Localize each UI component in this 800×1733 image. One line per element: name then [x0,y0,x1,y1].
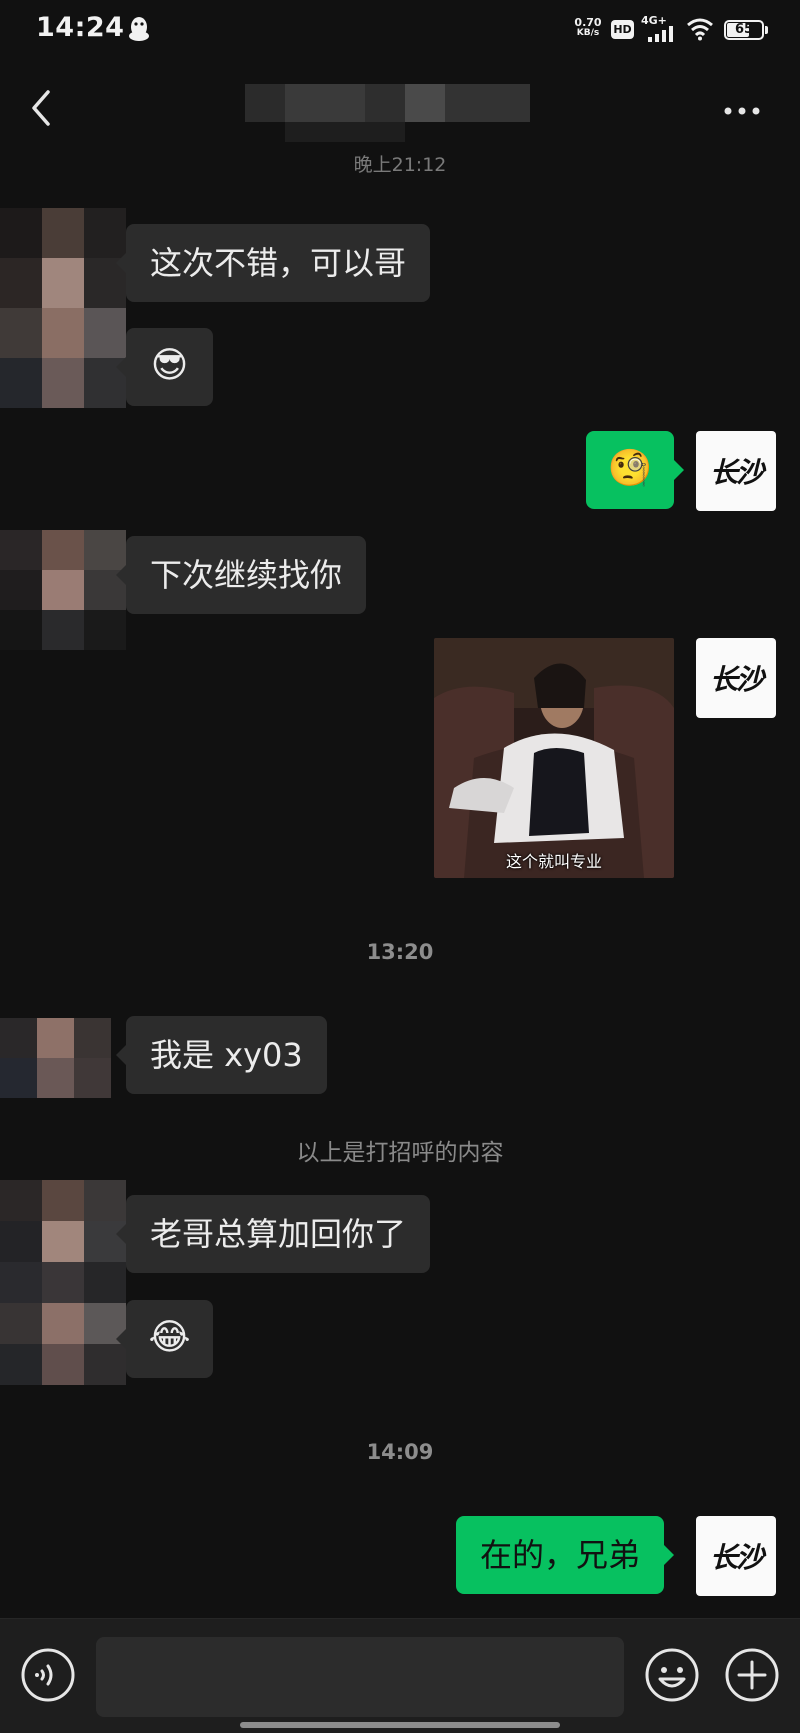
sticker-caption: 这个就叫专业 [505,852,602,871]
net-speed-value: 0.70 [574,16,602,29]
battery-level: 65 [734,22,754,37]
contact-name-blurred [245,80,530,142]
voice-icon[interactable] [20,1647,76,1703]
sunglasses-emoji-icon: 😎 [150,345,189,386]
message-outgoing-emoji[interactable]: 🧐 [586,431,684,509]
sticker-picture [434,638,674,878]
sticker-image[interactable]: 这个就叫专业 [434,638,674,878]
contact-avatar[interactable] [0,530,126,650]
wifi-icon [687,18,713,41]
contact-avatar[interactable] [0,1180,126,1385]
my-avatar[interactable]: 长沙 [696,431,776,511]
timestamp: 14:09 [366,1440,434,1464]
chevron-left-icon[interactable] [24,86,60,130]
input-bar [0,1618,800,1733]
net-speed-unit: KB/s [576,28,600,38]
plus-circle-icon[interactable] [724,1647,780,1703]
my-avatar[interactable]: 长沙 [696,1516,776,1596]
qq-penguin-icon [129,17,149,41]
battery-icon: 65 [724,20,764,40]
message-incoming-emoji[interactable]: 😂 [116,1300,213,1378]
net-speed: 0.70 KB/s [570,17,606,39]
status-bar: 14:24 0.70 KB/s HD 4G+ 65 [0,0,800,62]
home-indicator[interactable] [240,1722,560,1728]
contact-avatar[interactable] [0,1018,111,1098]
message-input[interactable] [96,1637,624,1717]
monocle-emoji-icon: 🧐 [607,448,653,489]
status-time: 14:24 [36,12,125,43]
ellipsis-icon[interactable] [720,96,764,126]
my-avatar[interactable]: 长沙 [696,638,776,718]
message-incoming-emoji[interactable]: 😎 [116,328,213,406]
tears-of-joy-emoji-icon: 😂 [148,1317,191,1358]
battery-cap [765,26,768,34]
contact-avatar[interactable] [0,208,126,408]
hd-badge: HD [611,20,634,39]
smiley-icon[interactable] [644,1647,700,1703]
timestamp: 13:20 [366,940,434,964]
timestamp-previous: 晚上21:12 [353,154,447,176]
message-incoming[interactable]: 我是 xy03 [116,1016,327,1094]
message-incoming[interactable]: 这次不错，可以哥 [115,224,431,302]
system-note: 以上是打招呼的内容 [296,1140,504,1166]
message-incoming[interactable]: 下次继续找你 [115,536,367,614]
message-incoming[interactable]: 老哥总算加回你了 [115,1195,431,1273]
cellular-signal-icon [648,26,673,42]
message-outgoing[interactable]: 在的，兄弟 [456,1516,675,1594]
